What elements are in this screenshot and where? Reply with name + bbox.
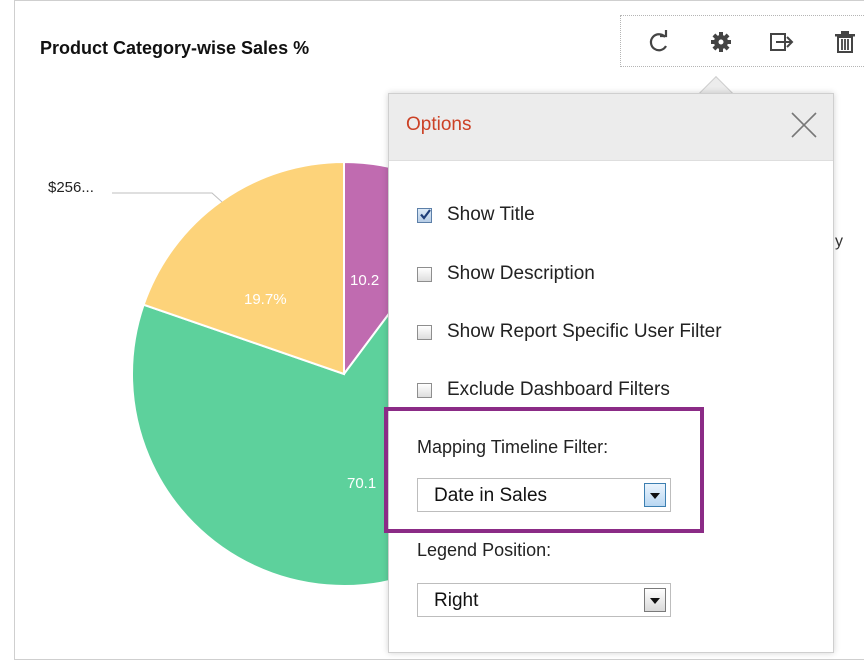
legend-position-label: Legend Position: [417, 540, 552, 560]
slice-label-19-7: 19.7% [244, 291, 287, 308]
refresh-icon [649, 30, 668, 52]
delete-button[interactable] [831, 28, 859, 56]
user-filter-label: Show Report Specific User Filter [447, 321, 722, 342]
exclude-filters-label: Exclude Dashboard Filters [447, 379, 670, 400]
exclude-filters-checkbox[interactable] [417, 382, 432, 398]
close-icon [791, 112, 817, 138]
option-user-filter[interactable]: Show Report Specific User Filter [417, 320, 722, 344]
legend-position-value: Right [434, 590, 479, 611]
trash-icon [835, 31, 855, 53]
show-description-label: Show Description [447, 263, 595, 284]
export-icon [770, 33, 794, 51]
slice-label-70-1: 70.1 [347, 475, 376, 492]
label-leader-line [112, 192, 223, 203]
mapping-timeline-value: Date in Sales [434, 485, 548, 506]
outside-slice-label: $256... [48, 179, 94, 196]
options-title: Options [406, 114, 472, 135]
user-filter-checkbox[interactable] [417, 324, 432, 340]
options-header: Options [389, 94, 833, 161]
refresh-button[interactable] [645, 28, 673, 56]
gear-icon [711, 32, 731, 52]
close-button[interactable] [789, 110, 819, 140]
show-description-checkbox[interactable] [417, 266, 432, 282]
option-show-title[interactable]: Show Title [417, 203, 535, 227]
option-exclude-dashboard-filters[interactable]: Exclude Dashboard Filters [417, 378, 670, 402]
mapping-timeline-label: Mapping Timeline Filter: [417, 437, 609, 457]
export-button[interactable] [767, 28, 795, 56]
legend-position-select[interactable]: Right [417, 583, 671, 617]
widget-toolbar [620, 15, 864, 67]
settings-button[interactable] [707, 28, 735, 56]
check-icon [420, 208, 431, 220]
legend-fragment: y [835, 233, 843, 250]
chevron-down-icon[interactable] [644, 588, 666, 612]
option-show-description[interactable]: Show Description [417, 262, 595, 286]
show-title-label: Show Title [447, 204, 535, 225]
slice-label-10-2: 10.2 [350, 272, 379, 289]
show-title-checkbox[interactable] [417, 207, 432, 223]
options-popover: Options Show Title Show Description Show… [388, 93, 834, 653]
chevron-down-icon[interactable] [644, 483, 666, 507]
mapping-timeline-select[interactable]: Date in Sales [417, 478, 671, 512]
